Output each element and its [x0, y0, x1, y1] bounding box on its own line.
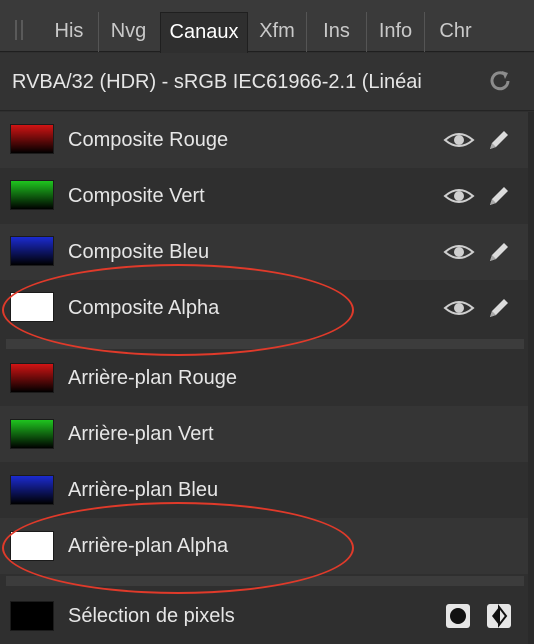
- refresh-icon[interactable]: [486, 67, 514, 95]
- pencil-icon[interactable]: [486, 239, 512, 265]
- annotation-oval: [2, 502, 354, 594]
- tab-xfm[interactable]: Xfm: [248, 12, 306, 52]
- selection-fill-icon[interactable]: [445, 603, 471, 629]
- annotation-oval: [2, 264, 354, 356]
- tab-nvg[interactable]: Nvg: [98, 12, 158, 52]
- color-format-bar: RVBA/32 (HDR) - sRGB IEC61966-2.1 (Linéa…: [0, 53, 534, 111]
- channel-thumbnail: [10, 475, 54, 505]
- color-format-label: RVBA/32 (HDR) - sRGB IEC61966-2.1 (Linéa…: [12, 71, 422, 93]
- tab-chr[interactable]: Chr: [424, 12, 486, 52]
- channel-thumbnail: [10, 363, 54, 393]
- eye-icon[interactable]: [443, 130, 475, 150]
- channel-label: Arrière-plan Vert: [68, 423, 214, 445]
- selection-thumbnail: [10, 601, 54, 631]
- channel-label: Composite Rouge: [68, 129, 229, 151]
- channel-thumbnail: [10, 236, 54, 266]
- channel-label: Composite Vert: [68, 185, 205, 207]
- channel-label: Arrière-plan Rouge: [68, 367, 237, 389]
- tab-canaux[interactable]: Canaux: [160, 12, 248, 53]
- tab-his[interactable]: His: [40, 12, 98, 52]
- channel-thumbnail: [10, 124, 54, 154]
- pencil-icon[interactable]: [486, 183, 512, 209]
- scrollbar[interactable]: [528, 112, 534, 644]
- panel-tab-bar: His Nvg Canaux Xfm Ins Info Chr: [0, 0, 534, 53]
- pencil-icon[interactable]: [486, 295, 512, 321]
- selection-invert-icon[interactable]: [486, 603, 512, 629]
- grip-icon[interactable]: [15, 20, 23, 40]
- tab-ins[interactable]: Ins: [306, 12, 366, 52]
- eye-icon[interactable]: [443, 186, 475, 206]
- channel-thumbnail: [10, 419, 54, 449]
- channel-label: Arrière-plan Bleu: [68, 479, 219, 501]
- eye-icon[interactable]: [443, 242, 475, 262]
- channel-label: Composite Bleu: [68, 241, 210, 263]
- channel-thumbnail: [10, 180, 54, 210]
- channel-label: Sélection de pixels: [68, 605, 235, 627]
- pencil-icon[interactable]: [486, 127, 512, 153]
- tab-info[interactable]: Info: [366, 12, 424, 52]
- eye-icon[interactable]: [443, 298, 475, 318]
